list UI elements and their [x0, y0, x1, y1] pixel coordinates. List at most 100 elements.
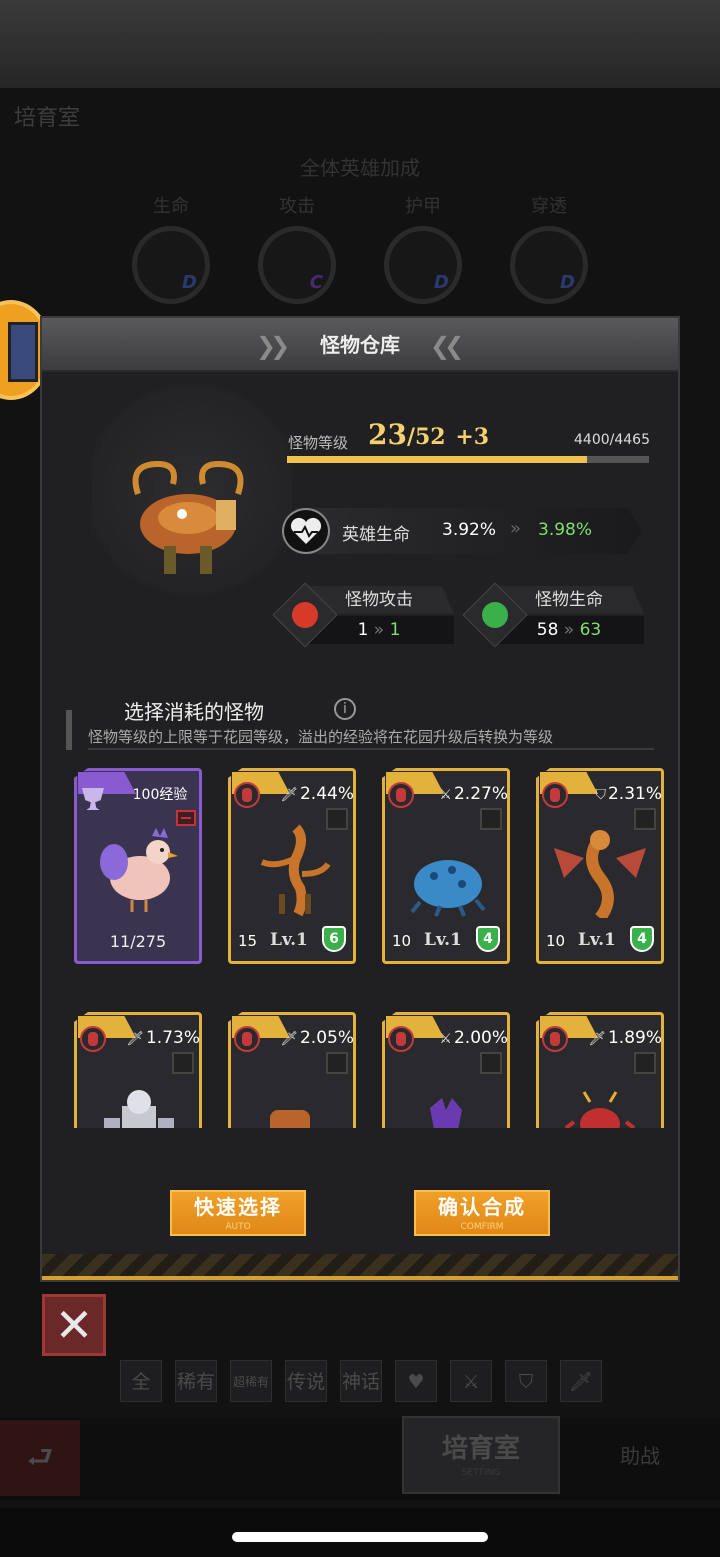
select-monster-title: 选择消耗的怪物	[124, 700, 264, 724]
bonus-value: 2.44%	[299, 784, 354, 804]
bat-sprite	[430, 1098, 462, 1128]
worm-dragon-sprite	[554, 830, 646, 918]
bg-stat-label: 攻击	[279, 196, 315, 217]
auto-select-button[interactable]: 快速选择 AUTO	[170, 1190, 306, 1236]
family-icon	[234, 1026, 260, 1052]
dagger-icon: 🗡	[126, 1031, 144, 1047]
family-icon	[388, 782, 414, 808]
panel-title: 怪物仓库	[320, 333, 400, 357]
monster-card[interactable]: 🗡 2.44% 15 Lv.1 6	[228, 768, 356, 964]
grade-letter: C	[309, 272, 323, 293]
grade-letter: D	[560, 272, 575, 293]
filter-myth[interactable]: 神话	[340, 1360, 382, 1402]
shield-icon: ⛉	[595, 787, 606, 803]
bonus-title: 全体英雄加成	[300, 156, 420, 180]
bg-stat-penetration: 穿透 D	[504, 192, 594, 304]
star-badge: 4	[630, 926, 654, 952]
star-badge: 6	[322, 926, 346, 952]
monster-grid: 100经验 11/275 🗡 2.44% 15 Lv.1 6 ⚔ 2.27% 1…	[72, 764, 668, 1128]
exp-counter: 4400/4465	[574, 432, 650, 448]
hero-health-current: 3.92%	[442, 520, 497, 540]
tab-sublabel: SETTING	[461, 1468, 501, 1478]
shield-icon: D	[384, 226, 462, 304]
card-level-count: 10	[392, 932, 412, 950]
health-to: 63	[579, 620, 602, 640]
close-button[interactable]: ✕	[42, 1294, 106, 1356]
exp-amount: 100经验	[132, 787, 188, 803]
family-icon	[80, 1026, 106, 1052]
monster-card[interactable]: ⚔ 2.00%	[382, 1012, 510, 1128]
card-level-count: 15	[238, 932, 258, 950]
button-label: 快速选择	[194, 1195, 282, 1219]
dagger-icon: 🗡	[280, 787, 298, 803]
sword-icon: ⚔	[439, 787, 452, 803]
sword-icon[interactable]: ⚔	[450, 1360, 492, 1402]
monster-card[interactable]: 🗡 1.73%	[74, 1012, 202, 1128]
bg-stat-label: 生命	[153, 196, 189, 217]
family-icon	[542, 782, 568, 808]
card-bonus: 🗡 1.89%	[576, 1028, 662, 1048]
card-bonus: 🗡 2.05%	[268, 1028, 354, 1048]
level-current: 23	[368, 418, 407, 451]
monster-health-row: 怪物生命 58 » 63	[462, 582, 648, 648]
monster-warehouse-panel: ❯❯ ❮❮ 怪物仓库 怪物等级 23/52 +3 4400/4465 英雄生命 …	[40, 316, 680, 1282]
monster-card[interactable]: ⛉ 2.31% 10 Lv.1 4	[536, 768, 664, 964]
double-arrow-icon: »	[510, 518, 522, 539]
heart-icon[interactable]: ♥	[395, 1360, 437, 1402]
bonus-value: 2.31%	[607, 784, 662, 804]
beetle-sprite	[410, 860, 486, 917]
monster-card[interactable]: ⚔ 2.27% 10 Lv.1 4	[382, 768, 510, 964]
bonus-value: 1.89%	[607, 1028, 662, 1048]
monster-level-label: 怪物等级	[288, 434, 349, 452]
monster-card[interactable]: 🗡 2.05%	[228, 1012, 356, 1128]
card-bonus: ⚔ 2.00%	[422, 1028, 508, 1048]
close-icon: ✕	[54, 1298, 94, 1352]
hero-health-next: 3.98%	[538, 520, 593, 540]
tab-label: 培育室	[441, 1434, 520, 1464]
filter-all[interactable]: 全	[120, 1360, 162, 1402]
card-level: Lv.1	[270, 930, 308, 950]
bg-stat-armor: 护甲 D	[378, 192, 468, 304]
card-bonus: 🗡 2.44%	[268, 784, 354, 804]
button-sublabel: AUTO	[225, 1222, 251, 1232]
dagger-icon: 🗡	[588, 1031, 606, 1047]
exp-progress-fill	[287, 456, 588, 463]
level-bonus: +3	[455, 424, 490, 450]
filter-rare[interactable]: 稀有	[175, 1360, 217, 1402]
filter-legend[interactable]: 传说	[285, 1360, 327, 1402]
double-arrow-icon: »	[373, 620, 385, 640]
chicken-sprite	[100, 828, 178, 912]
background-title: 培育室	[14, 106, 81, 131]
filter-super-rare[interactable]: 超稀有	[230, 1360, 272, 1402]
monster-level: 23/52 +3	[368, 418, 489, 451]
panel-bottom-line	[42, 1276, 678, 1280]
attack-to: 1	[389, 620, 401, 640]
heart-icon	[282, 508, 330, 554]
bonus-value: 2.00%	[453, 1028, 508, 1048]
bonus-value: 2.27%	[453, 784, 508, 804]
bg-stat-label: 穿透	[531, 196, 567, 217]
monster-card[interactable]: 🗡 1.89%	[536, 1012, 664, 1128]
card-bonus: ⚔ 2.27%	[422, 784, 508, 804]
dagger-icon: 🗡	[280, 1031, 298, 1047]
dagger-icon: D	[510, 226, 588, 304]
family-icon	[234, 782, 260, 808]
home-indicator[interactable]	[232, 1532, 488, 1542]
exp-card[interactable]: 100经验 11/275	[74, 768, 202, 964]
dagger-icon[interactable]: 🗡	[560, 1360, 602, 1402]
sword-icon: ⚔	[439, 1031, 452, 1047]
tree-monster-sprite	[260, 824, 331, 917]
bonus-value: 1.73%	[145, 1028, 200, 1048]
button-label: 确认合成	[438, 1195, 526, 1219]
confirm-merge-button[interactable]: 确认合成 COMFIRM	[414, 1190, 550, 1236]
family-icon	[542, 1026, 568, 1052]
double-arrow-icon: »	[563, 620, 575, 640]
knight-sprite	[104, 1090, 174, 1128]
info-glyph: i	[343, 701, 347, 717]
tab-assist[interactable]: 助战	[600, 1440, 680, 1469]
shield-icon[interactable]: ⛉	[505, 1360, 547, 1402]
select-hint: 怪物等级的上限等于花园等级，溢出的经验将在花园升级后转换为等级	[88, 728, 554, 746]
bonus-value: 2.05%	[299, 1028, 354, 1048]
top-bar-background	[0, 0, 720, 88]
stump-sprite	[270, 1110, 310, 1128]
